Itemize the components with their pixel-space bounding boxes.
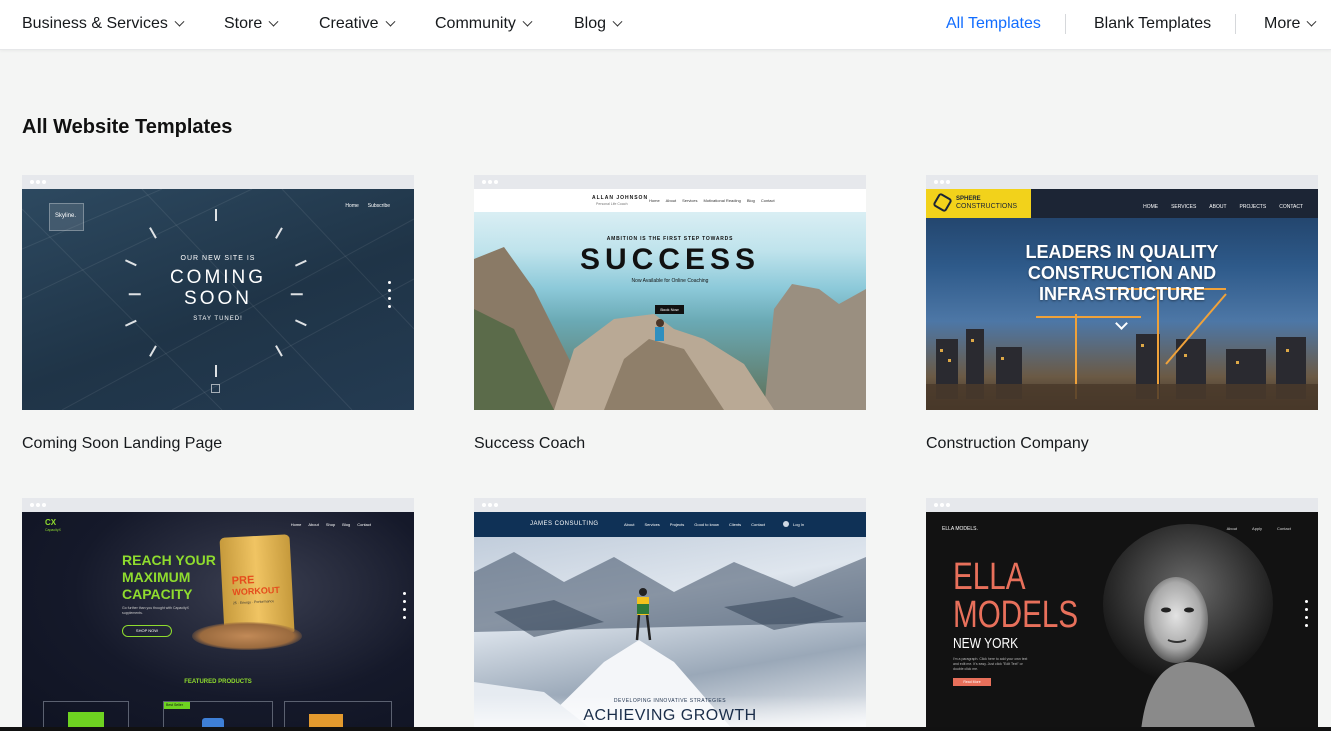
nav-label: Creative — [319, 15, 379, 32]
template-menu: Home About Shop Blog Contact — [290, 522, 371, 527]
scroll-down-icon — [211, 384, 220, 393]
hero-headline: ELLA — [953, 556, 1026, 598]
best-seller-badge: Best Seller — [164, 702, 190, 709]
template-card-success-coach[interactable]: ALLAN JOHNSON Personal Life Coach Home Ab… — [474, 175, 866, 453]
chevron-down-icon — [385, 16, 396, 27]
browser-bar — [926, 498, 1318, 512]
hero-kicker: DEVELOPING INNOVATIVE STRATEGIES — [613, 698, 727, 704]
template-card-coming-soon[interactable]: Skyline. Home Subscribe OUR NEW SITE IS … — [22, 175, 414, 453]
chevron-down-icon — [268, 16, 279, 27]
hero-headline: INFRASTRUCTURE — [1039, 284, 1205, 304]
template-name[interactable]: Construction Company — [926, 435, 1318, 453]
social-icons — [1305, 600, 1308, 627]
book-now-button[interactable]: Book Now — [655, 305, 684, 314]
product-bag: PRE WORKOUT 25 · Energy · Performance — [219, 534, 295, 636]
hero-subtext: STAY TUNED! — [193, 316, 243, 322]
hero-text: REACH YOUR MAXIMUM CAPACITY — [122, 552, 216, 603]
chevron-down-icon — [1307, 16, 1317, 27]
nav-blank-templates[interactable]: Blank Templates — [1094, 14, 1211, 34]
nav-store[interactable]: Store — [224, 14, 279, 34]
nav-label: Blog — [574, 15, 607, 32]
nav-divider — [1065, 14, 1066, 34]
template-name[interactable]: Coming Soon Landing Page — [22, 435, 414, 453]
browser-bar — [474, 498, 866, 512]
chevron-down-icon — [612, 16, 623, 27]
browser-bar — [926, 175, 1318, 189]
hero-headline: REACH YOUR — [122, 552, 216, 568]
template-menu-item: Subscribe — [367, 203, 390, 209]
hero-subtitle: NEW YORK — [953, 635, 1019, 652]
nav-business-services[interactable]: Business & Services — [22, 14, 185, 34]
template-thumbnail[interactable]: JAMES CONSULTING About Services Projects Go… — [474, 512, 866, 731]
hero-headline: CAPACITY — [122, 586, 193, 602]
bottom-edge — [0, 727, 1331, 731]
hero-kicker: AMBITION IS THE FIRST STEP TOWARDS — [606, 236, 734, 242]
template-logo: CX — [45, 518, 57, 527]
nav-all-templates[interactable]: All Templates — [946, 14, 1041, 34]
template-card-construction[interactable]: SPHERE CONSTRUCTIONS HOME SERVICES ABOUT PR… — [926, 175, 1318, 453]
social-icons — [388, 281, 391, 308]
template-logo: Skyline. — [55, 213, 77, 219]
hero-headline: MODELS — [953, 594, 1079, 636]
hero-text: AMBITION IS THE FIRST STEP TOWARDS SUCCE… — [474, 236, 866, 284]
hero-body: I'm a paragraph. Click here to add your … — [953, 657, 1028, 671]
hero-text: LEADERS IN QUALITY CONSTRUCTION AND INFR… — [926, 242, 1318, 305]
nav-creative[interactable]: Creative — [319, 14, 396, 34]
hero-text: ELLA MODELS — [953, 558, 1078, 634]
template-logo-sub: CapacityX — [45, 528, 61, 532]
logo-box: Skyline. — [49, 203, 84, 231]
nav-label: More — [1264, 15, 1301, 32]
nav-divider — [1235, 14, 1236, 34]
hero-headline: MAXIMUM — [122, 569, 191, 585]
powder-pile — [192, 622, 302, 650]
bag-label: WORKOUT — [232, 584, 281, 598]
template-thumbnail[interactable]: CX CapacityX Home About Shop Blog Contact RE… — [22, 512, 414, 731]
featured-products-heading: FEATURED PRODUCTS — [184, 679, 252, 685]
shop-now-button[interactable]: SHOP NOW — [122, 625, 172, 637]
chevron-down-icon — [174, 16, 185, 27]
nav-community[interactable]: Community — [435, 14, 533, 34]
social-icons — [403, 592, 406, 619]
chevron-down-icon — [522, 16, 533, 27]
mountain-illustration — [474, 247, 866, 410]
hero-headline: COMING — [169, 267, 267, 288]
hero-headline: SUCCESS — [579, 243, 761, 276]
top-navigation: Business & Services Store Creative Commu… — [0, 0, 1331, 50]
browser-bar — [22, 498, 414, 512]
hero-headline: CONSTRUCTION AND — [1027, 263, 1217, 283]
template-thumbnail[interactable]: ELLA MODELS. HomeModelsAboutApplyContact… — [926, 512, 1318, 731]
hero-body: Go further than you thought with Capacit… — [122, 606, 189, 615]
template-thumbnail[interactable]: SPHERE CONSTRUCTIONS HOME SERVICES ABOUT PR… — [926, 189, 1318, 410]
nav-label: Business & Services — [22, 15, 168, 32]
nav-label: Store — [224, 15, 263, 32]
hero-text: OUR NEW SITE IS COMING SOON STAY TUNED! — [22, 255, 414, 322]
page-title: All Website Templates — [22, 116, 233, 138]
nav-blog[interactable]: Blog — [574, 14, 623, 34]
template-thumbnail[interactable]: Skyline. Home Subscribe OUR NEW SITE IS … — [22, 189, 414, 410]
hero-headline: LEADERS IN QUALITY — [1025, 242, 1219, 262]
browser-bar — [22, 175, 414, 189]
template-menu: Home Subscribe — [345, 203, 390, 209]
nav-label: Community — [435, 15, 516, 32]
bag-label: 25 · Energy · Performance — [232, 599, 275, 606]
template-name[interactable]: Success Coach — [474, 435, 866, 453]
template-card-supplement-store[interactable]: CX CapacityX Home About Shop Blog Contact RE… — [22, 498, 414, 731]
template-card-business-consulting[interactable]: JAMES CONSULTING About Services Projects Go… — [474, 498, 866, 731]
browser-bar — [474, 175, 866, 189]
hero-headline: ACHIEVING GROWTH — [583, 707, 757, 724]
hero-kicker: OUR NEW SITE IS — [180, 255, 256, 262]
template-card-model-agency[interactable]: ELLA MODELS. HomeModelsAboutApplyContact… — [926, 498, 1318, 731]
nav-more[interactable]: More — [1264, 14, 1317, 34]
template-menu-item: Home — [345, 203, 359, 209]
hero-headline: SOON — [184, 288, 252, 309]
read-more-button[interactable]: Read More — [953, 678, 991, 686]
template-thumbnail[interactable]: ALLAN JOHNSON Personal Life Coach Home Ab… — [474, 189, 866, 410]
hero-subtext: Now Available for Online Coaching — [631, 278, 709, 284]
